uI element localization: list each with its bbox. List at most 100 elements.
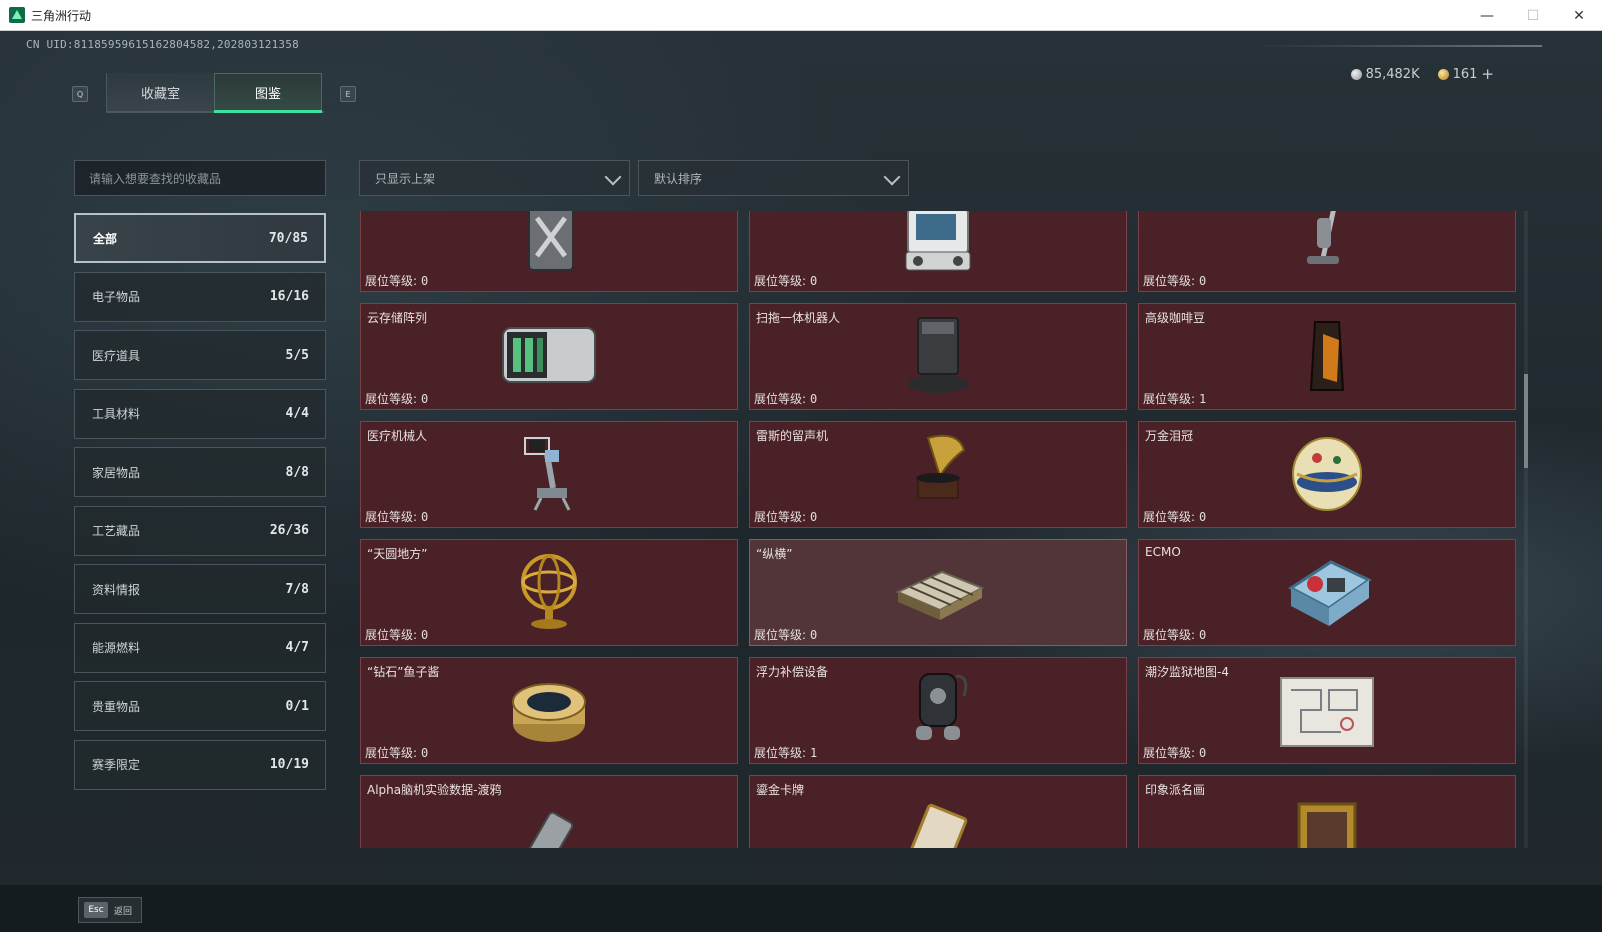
item-level: 展位等级: 0 <box>754 272 817 289</box>
category-count: 8/8 <box>285 464 309 480</box>
level-label: 展位等级: <box>365 510 418 524</box>
back-button[interactable]: Esc 返回 <box>78 897 142 923</box>
app-logo-icon <box>9 7 25 23</box>
header-divider <box>1252 45 1542 47</box>
category-item[interactable]: 家居物品 8/8 <box>74 447 326 497</box>
esc-key-hint: Esc <box>84 902 108 918</box>
item-level: 展位等级: 0 <box>1143 508 1206 525</box>
gold-amount: 161 <box>1452 66 1478 82</box>
item-level: 展位等级: 0 <box>754 390 817 407</box>
collection-item-card[interactable]: “钻石”鱼子酱 展位等级: 0 <box>360 657 738 764</box>
back-label: 返回 <box>114 906 133 917</box>
collection-item-card[interactable]: 潮汐监狱地图-4 展位等级: 0 <box>1138 657 1516 764</box>
item-name: “纵横” <box>756 547 793 561</box>
level-label: 展位等级: <box>365 392 418 406</box>
level-label: 展位等级: <box>1143 392 1196 406</box>
category-count: 26/36 <box>269 523 309 538</box>
game-viewport: CN UID:8118595961516280458​2,20280312135… <box>0 31 1602 932</box>
level-value: 0 <box>810 628 818 642</box>
collection-item-card[interactable]: Alpha脑机实验数据-渡鸦 <box>360 775 738 848</box>
category-label: 工艺藏品 <box>92 524 141 538</box>
level-label: 展位等级: <box>1143 274 1196 288</box>
category-item[interactable]: 工艺藏品 26/36 <box>74 505 326 556</box>
sort-dropdown[interactable]: 默认排序 <box>638 160 909 196</box>
category-count: 7/8 <box>285 581 309 597</box>
collection-item-card[interactable]: 浮力补偿设备 展位等级: 1 <box>749 657 1127 764</box>
shelf-filter-value: 只显示上架 <box>375 171 436 186</box>
add-currency-button[interactable]: + <box>1481 65 1494 83</box>
item-name: 印象派名画 <box>1145 783 1206 797</box>
tab-catalog[interactable]: 图鉴 <box>214 73 322 113</box>
level-value: 0 <box>421 510 429 524</box>
level-label: 展位等级: <box>754 274 807 288</box>
level-label: 展位等级: <box>754 510 807 524</box>
collection-item-card[interactable]: 医疗机械人 展位等级: 0 <box>360 421 738 528</box>
category-list: 全部 70/85 电子物品 16/16 医疗道具 5/5 工具材料 4/4 家居物品 8/8 工艺藏… <box>74 213 326 798</box>
category-count: 0/1 <box>285 698 309 714</box>
category-item[interactable]: 资料情报 7/8 <box>74 564 326 614</box>
collection-item-card[interactable]: ECMO 展位等级: 0 <box>1138 539 1516 646</box>
window-controls: — ☐ ✕ <box>1464 0 1602 31</box>
category-count: 70/85 <box>268 230 308 246</box>
level-value: 0 <box>1199 628 1207 642</box>
item-grid-scrollbar[interactable] <box>1524 211 1528 848</box>
tab-collection-room[interactable]: 收藏室 <box>106 73 214 111</box>
collection-item-card[interactable]: “天圆地方” 展位等级: 0 <box>360 539 738 646</box>
chess-box-icon <box>878 548 998 644</box>
level-value: 0 <box>421 746 429 760</box>
chevron-down-icon <box>604 168 622 186</box>
collection-item-card[interactable]: 印象派名画 <box>1138 775 1516 848</box>
level-value: 0 <box>810 392 818 406</box>
item-name: ECMO <box>1145 545 1181 559</box>
collection-item-card[interactable]: 扫拖一体机器人 展位等级: 0 <box>749 303 1127 410</box>
category-item[interactable]: 电子物品 16/16 <box>74 271 326 322</box>
collection-item-card[interactable]: 鎏金卡牌 <box>749 775 1127 848</box>
category-count: 16/16 <box>269 289 309 304</box>
level-value: 0 <box>421 392 429 406</box>
silver-currency: 85,482K <box>1350 67 1420 82</box>
gold-currency: 161 + <box>1437 65 1494 83</box>
shelf-filter-dropdown[interactable]: 只显示上架 <box>359 160 630 196</box>
collection-item-card[interactable]: 雷斯的留声机 展位等级: 0 <box>749 421 1127 528</box>
category-label: 贵重物品 <box>92 699 141 714</box>
category-label: 资料情报 <box>92 582 141 597</box>
window-title: 三角洲行动 <box>31 8 92 23</box>
minimize-button[interactable]: — <box>1464 0 1510 31</box>
collection-item-card[interactable]: 展位等级: 0 <box>360 211 738 292</box>
prev-tab-key-hint[interactable]: Q <box>72 86 88 102</box>
item-level: 展位等级: 0 <box>754 626 817 643</box>
category-item[interactable]: 医疗道具 5/5 <box>74 330 326 380</box>
collection-item-card[interactable]: 云存储阵列 展位等级: 0 <box>360 303 738 410</box>
collection-item-card[interactable]: 高级咖啡豆 展位等级: 1 <box>1138 303 1516 410</box>
collection-item-card[interactable]: 展位等级: 0 <box>1138 211 1516 292</box>
next-tab-key-hint[interactable]: E <box>340 86 356 102</box>
level-value: 0 <box>1199 274 1207 288</box>
item-name: 潮汐监狱地图-4 <box>1145 665 1229 679</box>
maximize-button[interactable]: ☐ <box>1510 0 1556 31</box>
category-item[interactable]: 贵重物品 0/1 <box>74 681 326 731</box>
level-value: 1 <box>1199 392 1207 406</box>
bcd-vest-icon <box>878 666 998 762</box>
close-button[interactable]: ✕ <box>1556 0 1602 31</box>
collection-item-card[interactable]: 万金泪冠 展位等级: 0 <box>1138 421 1516 528</box>
collection-item-card[interactable]: “纵横” 展位等级: 0 <box>749 539 1127 646</box>
level-value: 0 <box>421 274 429 288</box>
silver-coin-icon <box>1350 68 1362 80</box>
category-item[interactable]: 赛季限定 10/19 <box>74 739 326 790</box>
category-label: 电子物品 <box>92 290 141 304</box>
category-item[interactable]: 工具材料 4/4 <box>74 388 326 439</box>
category-item[interactable]: 能源燃料 4/7 <box>74 622 326 673</box>
item-name: 雷斯的留声机 <box>756 429 829 443</box>
level-value: 1 <box>810 746 818 760</box>
level-label: 展位等级: <box>754 392 807 406</box>
scrollbar-thumb[interactable] <box>1524 374 1528 468</box>
category-item[interactable]: 全部 70/85 <box>74 213 326 263</box>
floor-washer-icon <box>1267 211 1387 290</box>
currency-display: 85,482K 161 + <box>1341 65 1494 83</box>
level-value: 0 <box>1199 510 1207 524</box>
category-count: 4/4 <box>285 406 309 421</box>
armillary-sphere-icon <box>489 548 609 644</box>
collection-search-input[interactable]: 请输入想要查找的收藏品 <box>74 160 326 196</box>
collection-item-card[interactable]: 展位等级: 0 <box>749 211 1127 292</box>
caviar-tin-icon <box>489 666 609 762</box>
